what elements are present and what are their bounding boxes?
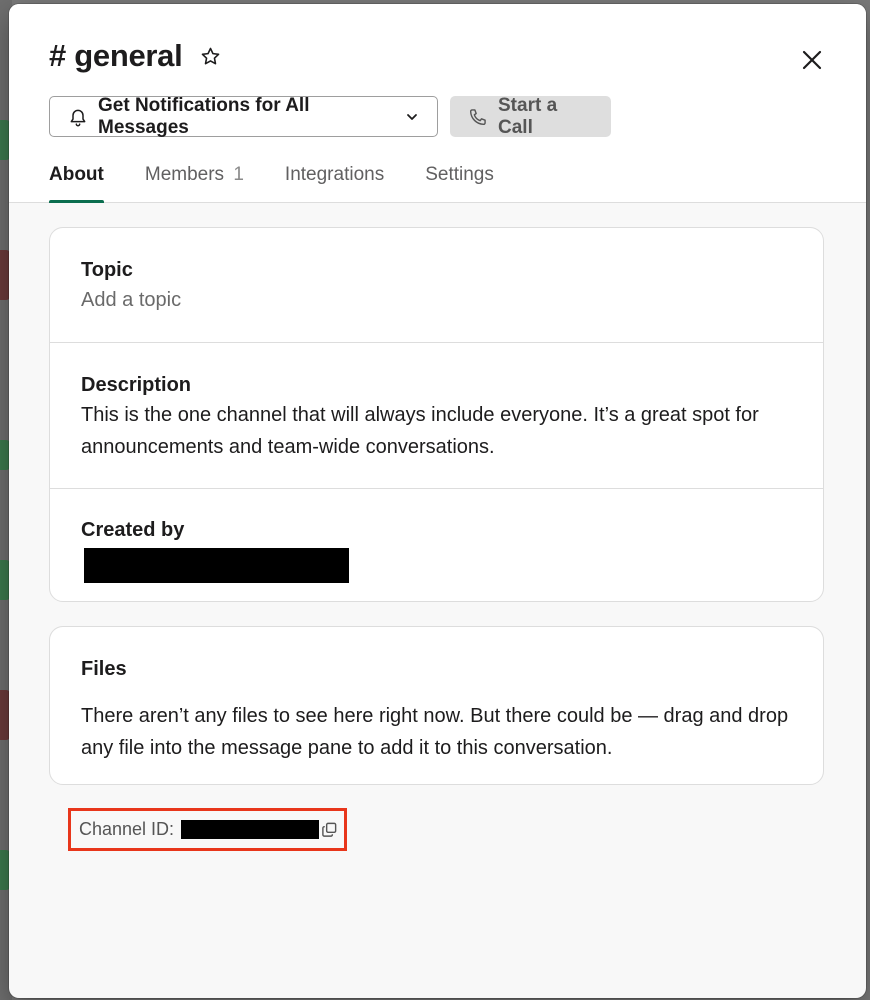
tab-about-label: About: [49, 164, 104, 185]
files-empty-text: There aren’t any files to see here right…: [81, 705, 789, 759]
about-card: Topic Add a topic Description This is th…: [49, 227, 824, 602]
tab-members-label: Members: [144, 164, 225, 185]
tab-bar: About Members 1 Integrations Settings: [49, 164, 535, 203]
files-card: Files There aren’t any files to see here…: [49, 626, 824, 785]
description-value: This is the one channel that will always…: [81, 404, 759, 458]
topic-section[interactable]: Topic Add a topic: [50, 228, 823, 342]
description-label: Description: [81, 374, 192, 396]
star-icon[interactable]: [198, 44, 222, 68]
channel-title: # general: [49, 38, 183, 73]
tab-integrations-label: Integrations: [284, 164, 385, 185]
chevron-down-icon: [405, 110, 419, 124]
title-row: # general: [49, 38, 222, 74]
description-section[interactable]: Description This is the one channel that…: [50, 342, 823, 488]
tab-members[interactable]: Members 1: [145, 164, 244, 203]
phone-icon: [468, 107, 488, 127]
start-call-button[interactable]: Start a Call: [450, 94, 611, 138]
bell-icon: [68, 107, 88, 127]
start-call-label: Start a Call: [498, 94, 558, 138]
channel-id-row: Channel ID:: [68, 808, 347, 851]
tab-integrations[interactable]: Integrations: [285, 164, 384, 203]
created-by-label: Created by: [81, 519, 185, 541]
close-icon[interactable]: [798, 46, 826, 74]
tab-settings[interactable]: Settings: [425, 164, 494, 203]
tab-about[interactable]: About: [49, 164, 104, 203]
channel-details-modal: # general Get Notifications for All Mess…: [9, 4, 866, 998]
tab-settings-label: Settings: [425, 164, 494, 185]
files-label: Files: [81, 658, 127, 680]
redacted-channel-id: [181, 820, 320, 839]
topic-label: Topic: [81, 259, 133, 281]
notifications-label: Get Notifications for All Messages: [98, 94, 310, 138]
notifications-dropdown-button[interactable]: Get Notifications for All Messages: [49, 94, 438, 138]
topic-value: Add a topic: [81, 289, 182, 311]
action-buttons: Get Notifications for All Messages Start…: [49, 94, 611, 138]
redacted-creator-name: [84, 548, 349, 583]
members-count: 1: [233, 164, 244, 185]
channel-id-label: Channel ID:: [79, 819, 175, 839]
copy-icon[interactable]: [321, 821, 338, 838]
modal-header: # general Get Notifications for All Mess…: [9, 4, 866, 203]
created-by-section: Created by: [50, 488, 823, 601]
